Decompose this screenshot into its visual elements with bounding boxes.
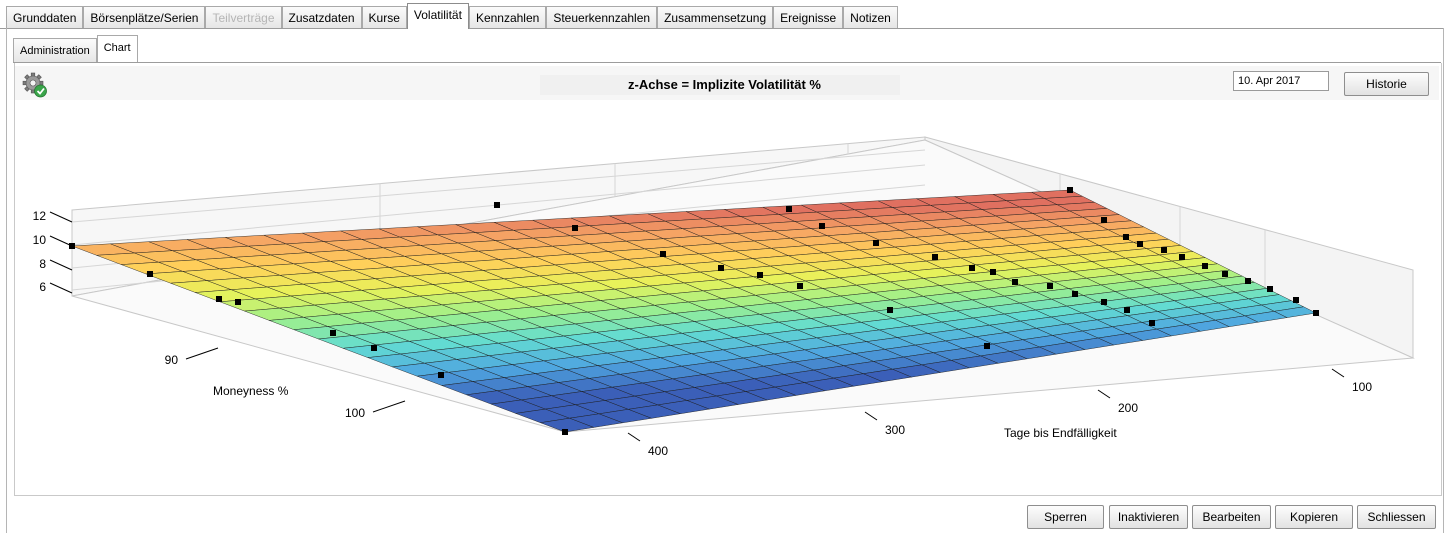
- data-marker: [1222, 271, 1228, 277]
- y-tick: [864, 411, 878, 421]
- data-marker: [1123, 234, 1129, 240]
- subtab-chart[interactable]: Chart: [96, 35, 138, 62]
- data-marker: [147, 271, 153, 277]
- y-tick-label: 100: [1352, 380, 1372, 394]
- data-marker: [330, 330, 336, 336]
- data-marker: [1161, 247, 1167, 253]
- footer-button-bar: Sperren Inaktivieren Bearbeiten Kopieren…: [0, 497, 1444, 535]
- data-marker: [562, 429, 568, 435]
- data-marker: [371, 345, 377, 351]
- tab-volatilitaet[interactable]: Volatilität: [406, 3, 469, 29]
- data-marker: [1179, 254, 1185, 260]
- kopieren-button[interactable]: Kopieren: [1275, 505, 1353, 529]
- data-marker: [1101, 299, 1107, 305]
- data-marker: [819, 223, 825, 229]
- y-tick: [1097, 389, 1111, 399]
- data-marker: [797, 283, 803, 289]
- x-axis-label: Moneyness %: [213, 384, 289, 398]
- y-tick-label: 400: [648, 444, 668, 458]
- data-marker: [660, 251, 666, 257]
- data-marker: [1202, 263, 1208, 269]
- instrument-window: Grunddaten Börsenplätze/Serien Teilvertr…: [0, 0, 1444, 535]
- data-marker: [1149, 320, 1155, 326]
- data-marker: [1047, 283, 1053, 289]
- data-marker: [1124, 307, 1130, 313]
- y-tick: [627, 432, 641, 442]
- y-tick-label: 200: [1118, 401, 1138, 415]
- z-tick-label: 12: [33, 209, 47, 223]
- data-marker: [990, 269, 996, 275]
- data-marker: [1067, 187, 1073, 193]
- data-marker: [969, 265, 975, 271]
- data-marker: [786, 206, 792, 212]
- z-tick: [49, 282, 73, 294]
- data-marker: [1012, 279, 1018, 285]
- data-marker: [718, 265, 724, 271]
- z-tick: [49, 235, 73, 247]
- data-marker: [235, 299, 241, 305]
- schliessen-button[interactable]: Schliessen: [1357, 505, 1436, 529]
- y-tick-label: 300: [885, 423, 905, 437]
- z-tick: [49, 211, 73, 223]
- data-marker: [1313, 310, 1319, 316]
- y-tick: [1331, 368, 1345, 378]
- data-marker: [932, 254, 938, 260]
- data-marker: [1072, 291, 1078, 297]
- data-marker: [494, 202, 500, 208]
- data-marker: [1245, 278, 1251, 284]
- bearbeiten-button[interactable]: Bearbeiten: [1192, 505, 1271, 529]
- data-marker: [887, 307, 893, 313]
- z-tick-label: 8: [39, 257, 46, 271]
- z-tick-label: 10: [33, 233, 47, 247]
- data-marker: [1293, 297, 1299, 303]
- data-marker: [216, 296, 222, 302]
- z-tick: [49, 259, 73, 271]
- data-marker: [1267, 286, 1273, 292]
- z-tick-label: 6: [39, 280, 46, 294]
- x-tick: [185, 347, 219, 360]
- data-marker: [984, 343, 990, 349]
- data-marker: [438, 372, 444, 378]
- data-marker: [873, 240, 879, 246]
- x-tick-label: 100: [345, 406, 365, 420]
- x-tick-label: 90: [165, 353, 179, 367]
- volatility-surface-plot[interactable]: 12 10 8 6 90 100 Moneyness % 400 300 200 100 Tage b…: [0, 0, 1444, 497]
- x-tick: [372, 400, 406, 413]
- sperren-button[interactable]: Sperren: [1027, 505, 1104, 529]
- data-marker: [757, 272, 763, 278]
- y-axis-label: Tage bis Endfälligkeit: [1004, 426, 1117, 440]
- inaktivieren-button[interactable]: Inaktivieren: [1109, 505, 1188, 529]
- data-marker: [572, 225, 578, 231]
- data-marker: [1137, 241, 1143, 247]
- data-marker: [1101, 217, 1107, 223]
